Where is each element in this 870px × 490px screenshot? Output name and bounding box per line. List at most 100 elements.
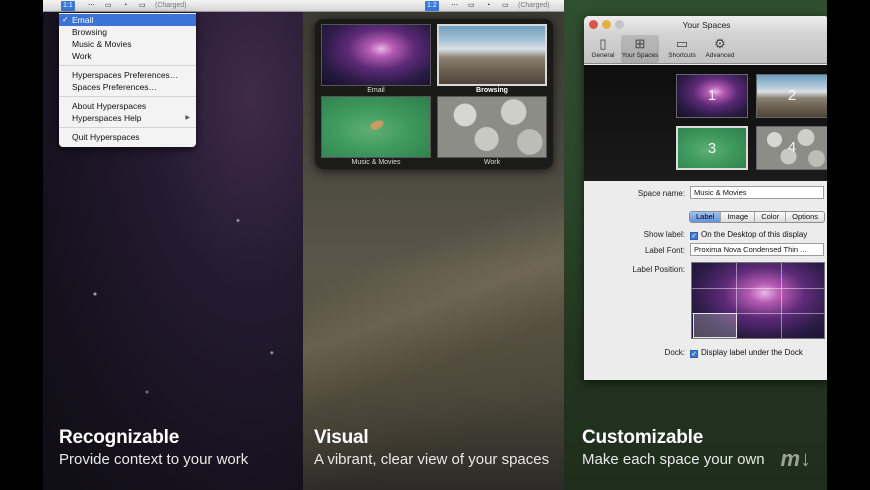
display-icon[interactable]: ▭ <box>468 1 475 11</box>
grid-cell-work[interactable]: Work <box>437 96 547 168</box>
grid-cell-label: Work <box>483 159 501 166</box>
clock-icon[interactable]: ◔ <box>123 1 127 11</box>
label-position-picker[interactable] <box>691 262 825 339</box>
preview-space-3[interactable]: 3 <box>676 126 748 170</box>
selected-position[interactable] <box>693 313 737 338</box>
shortcuts-icon: ▭ <box>675 36 689 51</box>
menu-item-quit[interactable]: Quit Hyperspaces <box>59 131 196 143</box>
menu-item-browsing[interactable]: Browsing <box>59 26 196 38</box>
panel-recognizable: 1:1 ⋯ ▭ ◔ ▭ (Charged) ✓ Email Browsing Mu… <box>43 0 303 490</box>
settings-tabs: Label Image Color Options <box>688 211 825 223</box>
space-name-field[interactable]: Music & Movies <box>690 186 824 199</box>
show-label-checkbox[interactable]: ✓ On the Desktop of this display <box>690 230 807 240</box>
show-label-label: Show label: <box>643 230 685 239</box>
space-thumbnail <box>437 96 547 158</box>
menu-separator <box>59 96 196 97</box>
grid-cell-label: Music & Movies <box>351 159 401 166</box>
panel-customizable: Your Spaces ▯ General ⊞ Your Spaces ▭ Short… <box>564 0 827 490</box>
space-number: 3 <box>707 140 717 157</box>
checkbox-label: On the Desktop of this display <box>701 230 808 239</box>
grid-cell-browsing[interactable]: Browsing <box>437 24 547 96</box>
menu-item-label: Browsing <box>72 27 107 37</box>
tab-label[interactable]: Label <box>689 212 721 222</box>
gear-icon: ⚙ <box>714 36 726 51</box>
space-settings-form: Space name: Music & Movies Label Image C… <box>584 181 827 380</box>
spaces-grid: Email Browsing Music & Movies Work <box>315 19 553 169</box>
grid-cell-label: Email <box>367 87 385 94</box>
toolbar-label: Advanced <box>705 52 735 59</box>
preferences-toolbar: ▯ General ⊞ Your Spaces ▭ Shortcuts ⚙ Advanc… <box>584 34 827 64</box>
menu-item-label: Hyperspaces Help <box>72 113 142 123</box>
menu-item-music-movies[interactable]: Music & Movies <box>59 38 196 50</box>
tab-options[interactable]: Options <box>785 212 824 222</box>
preview-space-1[interactable]: 1 <box>676 74 748 118</box>
panel-visual: 1:2 ⋯ ▭ ◔ ▭ (Charged) Email Browsing Mus… <box>303 0 564 490</box>
tab-color[interactable]: Color <box>754 212 785 222</box>
battery-status[interactable]: (Charged) <box>518 1 550 11</box>
boat-image <box>368 118 386 132</box>
menu-item-label: Hyperspaces Preferences… <box>72 70 179 80</box>
space-thumbnail <box>321 24 431 86</box>
space-number: 2 <box>787 87 797 104</box>
label-font-field[interactable]: Proxima Nova Condensed Thin ... <box>690 243 824 256</box>
toolbar-label: Shortcuts <box>668 52 696 59</box>
tab-image[interactable]: Image <box>720 212 754 222</box>
space-number: 4 <box>787 139 797 156</box>
dock-label: Dock: <box>664 348 685 357</box>
battery-status[interactable]: (Charged) <box>155 1 187 11</box>
menu-item-label: About Hyperspaces <box>72 101 147 111</box>
label-position-label: Label Position: <box>632 265 685 274</box>
toolbar-advanced[interactable]: ⚙ Advanced <box>701 35 739 63</box>
preview-space-4[interactable]: 4 <box>756 126 827 170</box>
caption: Recognizable Provide context to your wor… <box>59 427 248 468</box>
space-name-label: Space name: <box>637 189 685 198</box>
clock-icon[interactable]: ◔ <box>486 1 490 11</box>
toolbar-shortcuts[interactable]: ▭ Shortcuts <box>663 35 701 63</box>
grid-line <box>781 263 782 338</box>
checkbox-label: Display label under the Dock <box>701 348 803 357</box>
dots-icon[interactable]: ⋯ <box>451 1 458 11</box>
caption-subtitle: Provide context to your work <box>59 451 249 468</box>
menu-separator <box>59 127 196 128</box>
preferences-window: Your Spaces ▯ General ⊞ Your Spaces ▭ Short… <box>584 16 827 380</box>
caption: Customizable Make each space your own <box>582 427 765 468</box>
caption-title: Visual <box>314 427 369 448</box>
title-bar: Your Spaces <box>584 16 827 34</box>
menu-item-spaces-preferences[interactable]: Spaces Preferences… <box>59 81 196 93</box>
space-thumbnail <box>437 24 547 86</box>
dots-icon[interactable]: ⋯ <box>88 1 95 11</box>
menu-item-hyperspaces-preferences[interactable]: Hyperspaces Preferences… <box>59 69 196 81</box>
your-spaces-icon: ⊞ <box>634 36 646 51</box>
menu-item-email[interactable]: ✓ Email <box>59 14 196 26</box>
caption-subtitle: Make each space your own <box>582 451 765 468</box>
menu-item-label: Spaces Preferences… <box>72 82 158 92</box>
menubar: 1:1 ⋯ ▭ ◔ ▭ (Charged) <box>43 0 303 12</box>
menu-item-label: Music & Movies <box>72 39 132 49</box>
screenshot-stage: 1:1 ⋯ ▭ ◔ ▭ (Charged) ✓ Email Browsing Mu… <box>43 0 827 490</box>
display-icon[interactable]: ▭ <box>105 1 112 11</box>
menu-item-label: Work <box>72 51 92 61</box>
caption-title: Recognizable <box>59 427 180 448</box>
grid-cell-music-movies[interactable]: Music & Movies <box>321 96 431 168</box>
toolbar-general[interactable]: ▯ General <box>584 35 622 63</box>
dock-checkbox[interactable]: ✓ Display label under the Dock <box>690 348 803 358</box>
space-indicator[interactable]: 1:2 <box>425 1 439 11</box>
menu-item-work[interactable]: Work <box>59 50 196 62</box>
checkbox-checked-icon: ✓ <box>690 232 698 240</box>
menu-separator <box>59 65 196 66</box>
caption: Visual A vibrant, clear view of your spa… <box>314 427 549 468</box>
checkbox-checked-icon: ✓ <box>690 350 698 358</box>
preview-space-2[interactable]: 2 <box>756 74 827 118</box>
toolbar-your-spaces[interactable]: ⊞ Your Spaces <box>621 35 659 63</box>
grid-cell-email[interactable]: Email <box>321 24 431 96</box>
battery-icon[interactable]: ▭ <box>502 1 509 11</box>
menu-item-help[interactable]: Hyperspaces Help ▶ <box>59 112 196 124</box>
menu-item-label: Quit Hyperspaces <box>72 132 140 142</box>
general-icon: ▯ <box>599 36 607 51</box>
menu-item-label: Email <box>72 15 94 25</box>
grid-cell-label: Browsing <box>476 87 508 94</box>
space-indicator[interactable]: 1:1 <box>61 1 75 11</box>
macupdate-logo: m↓ <box>780 446 811 471</box>
menu-item-about[interactable]: About Hyperspaces <box>59 100 196 112</box>
battery-icon[interactable]: ▭ <box>139 1 146 11</box>
